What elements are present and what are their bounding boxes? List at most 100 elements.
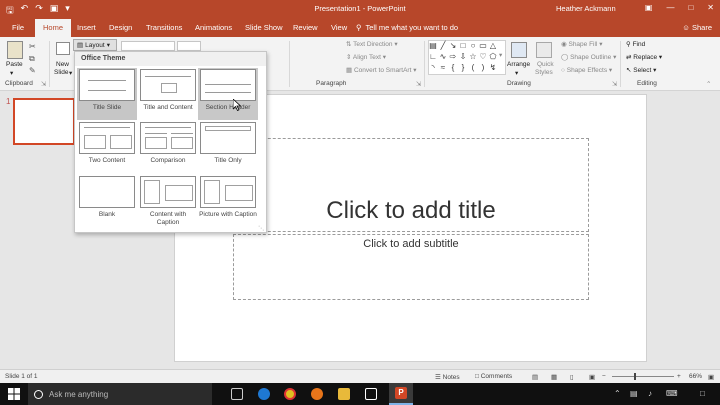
zoom-in-icon[interactable]: + <box>677 373 681 380</box>
rounded-rectangle-icon[interactable]: ▭ <box>478 40 488 51</box>
copy-icon[interactable]: ⧉ <box>29 54 35 64</box>
layout-title-and-content[interactable]: Title and Content <box>138 68 198 120</box>
slide-sorter-icon[interactable]: ▦ <box>551 373 557 381</box>
text-box-icon[interactable]: ▤ <box>428 40 438 51</box>
heart-shape-icon[interactable]: ♡ <box>478 51 488 62</box>
arc-shape-icon[interactable]: ◝ <box>428 62 438 73</box>
notifications-icon[interactable]: □ <box>700 389 705 398</box>
tell-me-box[interactable]: ⚲ Tell me what you want to do <box>356 23 458 32</box>
layout-content-with-caption[interactable]: Content with Caption <box>138 175 198 229</box>
text-direction-button[interactable]: ⇅ Text Direction ▾ <box>346 40 398 48</box>
new-slide-dropdown-icon[interactable]: ▾ <box>69 69 72 77</box>
arrow-line-icon[interactable]: ↘ <box>448 40 458 51</box>
tab-transitions[interactable]: Transitions <box>146 23 182 32</box>
paste-dropdown-icon[interactable]: ▾ <box>10 69 13 77</box>
arrange-dropdown-icon[interactable]: ▾ <box>515 69 518 77</box>
windows-start-icon[interactable] <box>8 388 20 400</box>
zoom-out-icon[interactable]: − <box>602 373 606 380</box>
tab-home[interactable]: Home <box>35 19 72 37</box>
star-shape-icon[interactable]: ☆ <box>468 51 478 62</box>
freeform-icon[interactable]: ≈ <box>438 62 448 73</box>
oval-shape-icon[interactable]: ○ <box>468 40 478 51</box>
bracket-right-icon[interactable]: ) <box>478 62 488 73</box>
clipboard-launcher-icon[interactable]: ⇲ <box>41 80 46 88</box>
maximize-icon[interactable]: □ <box>688 3 693 12</box>
triangle-shape-icon[interactable]: △ <box>488 40 498 51</box>
rectangle-shape-icon[interactable]: □ <box>458 40 468 51</box>
font-size-box[interactable] <box>177 41 201 51</box>
find-button[interactable]: ⚲ Find <box>626 40 645 48</box>
ribbon-display-options-icon[interactable]: ▣ <box>645 3 653 12</box>
quick-styles-button[interactable]: Quick <box>537 61 554 68</box>
store-icon[interactable] <box>365 388 377 400</box>
minimize-icon[interactable]: — <box>666 3 674 12</box>
select-button[interactable]: ↖ Select ▾ <box>626 66 656 74</box>
bracket-left-icon[interactable]: ( <box>468 62 478 73</box>
shape-effects-button[interactable]: ○ Shape Effects ▾ <box>561 66 612 74</box>
new-slide-button[interactable]: New <box>56 61 69 68</box>
arrange-icon[interactable] <box>511 42 527 58</box>
resize-grip-icon[interactable]: ⋱ <box>258 225 264 232</box>
format-painter-icon[interactable]: ✎ <box>29 66 36 75</box>
tab-design[interactable]: Design <box>109 23 132 32</box>
normal-view-icon[interactable]: ▤ <box>532 373 538 381</box>
network-icon[interactable]: ▤ <box>630 389 638 398</box>
tab-file[interactable]: File <box>12 23 24 32</box>
firefox-icon[interactable] <box>311 388 323 400</box>
volume-icon[interactable]: ♪ <box>648 389 652 398</box>
taskbar-search-box[interactable]: Ask me anything <box>28 383 212 405</box>
zoom-slider-thumb[interactable] <box>634 373 636 380</box>
align-text-button[interactable]: ⇕ Align Text ▾ <box>346 53 386 61</box>
layout-blank[interactable]: Blank <box>77 175 137 229</box>
drawing-launcher-icon[interactable]: ⇲ <box>612 80 617 88</box>
user-name[interactable]: Heather Ackmann <box>556 4 616 13</box>
layout-picture-with-caption[interactable]: Picture with Caption <box>198 175 258 229</box>
layout-two-content[interactable]: Two Content <box>77 121 137 173</box>
tab-animations[interactable]: Animations <box>195 23 232 32</box>
close-icon[interactable]: ✕ <box>707 3 714 12</box>
arrange-button[interactable]: Arrange <box>507 61 530 68</box>
subtitle-placeholder[interactable]: Click to add subtitle <box>233 234 589 300</box>
paragraph-launcher-icon[interactable]: ⇲ <box>416 80 421 88</box>
notes-button[interactable]: ☰ Notes <box>435 373 460 381</box>
share-button[interactable]: ☺ Share <box>682 23 712 32</box>
chrome-icon[interactable] <box>284 388 296 400</box>
slide-thumbnail[interactable] <box>13 98 75 145</box>
convert-smartart-button[interactable]: ▦ Convert to SmartArt ▾ <box>346 66 416 74</box>
title-placeholder[interactable]: Click to add title <box>233 138 589 232</box>
paste-button[interactable]: Paste <box>6 61 23 68</box>
down-arrow-shape-icon[interactable]: ⇩ <box>458 51 468 62</box>
layout-section-header[interactable]: Section Header <box>198 68 258 120</box>
new-slide-icon[interactable] <box>56 42 70 55</box>
shape-fill-button[interactable]: ◉ Shape Fill ▾ <box>561 40 602 48</box>
collapse-ribbon-icon[interactable]: ⌃ <box>706 80 711 88</box>
reading-view-icon[interactable]: ▯ <box>570 373 574 381</box>
zoom-slider[interactable] <box>612 376 674 377</box>
cut-icon[interactable]: ✂ <box>29 42 36 51</box>
shape-outline-button[interactable]: ◯ Shape Outline ▾ <box>561 53 616 61</box>
keyboard-icon[interactable]: ⌨ <box>666 389 678 398</box>
right-arrow-shape-icon[interactable]: ⇨ <box>448 51 458 62</box>
line-icon[interactable]: ╱ <box>438 40 448 51</box>
brace-right-icon[interactable]: } <box>458 62 468 73</box>
file-explorer-icon[interactable] <box>338 388 350 400</box>
font-name-box[interactable] <box>121 41 175 51</box>
layout-comparison[interactable]: Comparison <box>138 121 198 173</box>
comments-button[interactable]: □ Comments <box>475 373 512 380</box>
pentagon-shape-icon[interactable]: ⬠ <box>488 51 498 62</box>
brace-left-icon[interactable]: { <box>448 62 458 73</box>
tab-insert[interactable]: Insert <box>77 23 96 32</box>
fit-to-window-icon[interactable]: ▣ <box>708 373 714 381</box>
tab-slide-show[interactable]: Slide Show <box>245 23 283 32</box>
tab-review[interactable]: Review <box>293 23 318 32</box>
quick-styles-icon[interactable] <box>536 42 552 58</box>
powerpoint-taskbar-button[interactable]: P <box>389 383 413 405</box>
task-view-icon[interactable] <box>231 388 243 400</box>
system-tray-chevron-icon[interactable]: ⌃ <box>614 389 621 398</box>
tab-view[interactable]: View <box>331 23 347 32</box>
layout-title-only[interactable]: Title Only <box>198 121 258 173</box>
edge-icon[interactable] <box>258 388 270 400</box>
paste-icon[interactable] <box>7 41 23 59</box>
layout-button[interactable]: ▤ Layout ▾ <box>73 39 117 51</box>
lightning-shape-icon[interactable]: ↯ <box>488 62 498 73</box>
